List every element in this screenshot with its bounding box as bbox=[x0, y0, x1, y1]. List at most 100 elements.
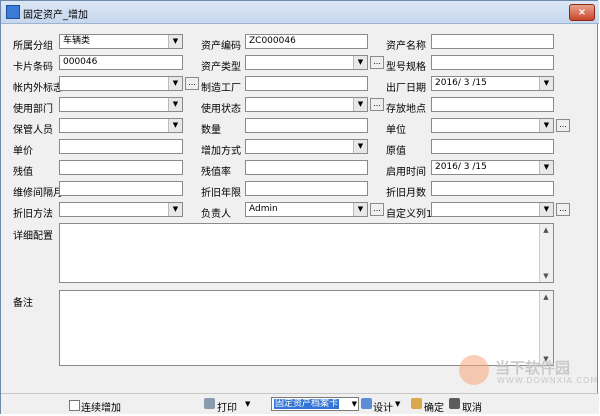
responsible-browse-button[interactable]: ... bbox=[370, 203, 384, 216]
chevron-down-icon: ▼ bbox=[168, 119, 182, 132]
design-dropdown-icon[interactable]: ▼ bbox=[395, 400, 400, 408]
start-date-label: 启用时间 bbox=[386, 167, 426, 178]
asset-type-label: 资产类型 bbox=[201, 62, 241, 73]
scroll-up-icon[interactable]: ▲ bbox=[542, 293, 550, 301]
use-status-label: 使用状态 bbox=[201, 104, 241, 115]
unit-price-label: 单价 bbox=[13, 146, 33, 157]
template-select[interactable]: 固定资产档案卡 ▼ bbox=[271, 397, 359, 411]
unit-browse-button[interactable]: ... bbox=[556, 119, 570, 132]
chevron-down-icon: ▼ bbox=[168, 35, 182, 48]
asset-type-browse-button[interactable]: ... bbox=[370, 56, 384, 69]
residual-rate-field[interactable] bbox=[245, 160, 368, 175]
title-bar: 固定资产_增加 × bbox=[1, 1, 599, 24]
residual-label: 残值 bbox=[13, 167, 33, 178]
responsible-value: Admin bbox=[249, 204, 278, 214]
custom1-browse-button[interactable]: ... bbox=[556, 203, 570, 216]
account-mark-browse-button[interactable]: ... bbox=[185, 77, 199, 90]
depreciation-years-field[interactable] bbox=[245, 181, 368, 196]
quantity-label: 数量 bbox=[201, 125, 221, 136]
residual-rate-label: 残值率 bbox=[201, 167, 231, 178]
dept-label: 使用部门 bbox=[13, 104, 53, 115]
asset-name-label: 资产名称 bbox=[386, 41, 426, 52]
account-mark-select[interactable]: ▼ bbox=[59, 76, 183, 91]
custom1-label: 自定义列1 bbox=[386, 209, 433, 220]
chevron-down-icon: ▼ bbox=[168, 203, 182, 216]
asset-type-select[interactable]: ▼ bbox=[245, 55, 368, 70]
responsible-select[interactable]: Admin ▼ bbox=[245, 202, 368, 217]
remarks-label: 备注 bbox=[13, 298, 33, 309]
model-spec-label: 型号规格 bbox=[386, 62, 426, 73]
production-date-label: 出厂日期 bbox=[386, 83, 426, 94]
detail-config-textarea[interactable]: ▲ ▼ bbox=[59, 223, 554, 283]
print-button[interactable]: 打印 bbox=[217, 399, 237, 414]
app-icon bbox=[6, 5, 20, 19]
model-spec-field[interactable] bbox=[431, 55, 554, 70]
category-label: 所属分组 bbox=[13, 41, 53, 52]
unit-select[interactable]: ▼ bbox=[431, 118, 554, 133]
asset-add-window: 固定资产_增加 × 所属分组 车辆类 ▼ 资产编码 ZC000046 资产名称 卡… bbox=[0, 0, 599, 414]
dept-select[interactable]: ▼ bbox=[59, 97, 183, 112]
category-value: 车辆类 bbox=[63, 36, 91, 46]
start-date-value: 2016/ 3 /15 bbox=[435, 162, 487, 172]
asset-code-label: 资产编码 bbox=[201, 41, 241, 52]
watermark: 当下软件园 WWW.DOWNXIA.COM bbox=[459, 353, 599, 393]
scroll-down-icon[interactable]: ▼ bbox=[542, 272, 550, 280]
chevron-down-icon: ▼ bbox=[539, 161, 553, 174]
manufacturer-field[interactable] bbox=[245, 76, 368, 91]
depreciation-years-label: 折旧年限 bbox=[201, 188, 241, 199]
design-icon bbox=[361, 398, 372, 409]
production-date-value: 2016/ 3 /15 bbox=[435, 78, 487, 88]
quantity-field[interactable] bbox=[245, 118, 368, 133]
category-select[interactable]: 车辆类 ▼ bbox=[59, 34, 183, 49]
cancel-button[interactable]: 取消 bbox=[462, 399, 482, 414]
unit-label: 单位 bbox=[386, 125, 406, 136]
keeper-label: 保管人员 bbox=[13, 125, 53, 136]
watermark-subtitle: WWW.DOWNXIA.COM bbox=[497, 376, 599, 385]
scroll-up-icon[interactable]: ▲ bbox=[542, 226, 550, 234]
depreciation-method-label: 折旧方法 bbox=[13, 209, 53, 220]
asset-code-field[interactable]: ZC000046 bbox=[245, 34, 368, 49]
asset-name-field[interactable] bbox=[431, 34, 554, 49]
continuous-add-checkbox[interactable] bbox=[69, 400, 80, 411]
chevron-down-icon: ▼ bbox=[353, 98, 367, 111]
unit-price-field[interactable] bbox=[59, 139, 183, 154]
chevron-down-icon: ▼ bbox=[539, 119, 553, 132]
keeper-select[interactable]: ▼ bbox=[59, 118, 183, 133]
chevron-down-icon: ▼ bbox=[353, 140, 367, 153]
add-method-label: 增加方式 bbox=[201, 146, 241, 157]
chevron-down-icon: ▼ bbox=[168, 98, 182, 111]
detail-config-label: 详细配置 bbox=[13, 231, 53, 242]
location-field[interactable] bbox=[431, 97, 554, 112]
use-status-browse-button[interactable]: ... bbox=[370, 98, 384, 111]
confirm-button[interactable]: 确定 bbox=[424, 399, 444, 414]
depreciation-months-field[interactable] bbox=[431, 181, 554, 196]
chevron-down-icon: ▼ bbox=[351, 400, 357, 408]
bottom-toolbar: 连续增加 打印 ▼ 固定资产档案卡 ▼ 设计 ▼ 确定 取消 bbox=[1, 393, 599, 414]
production-date-picker[interactable]: 2016/ 3 /15 ▼ bbox=[431, 76, 554, 91]
use-status-select[interactable]: ▼ bbox=[245, 97, 368, 112]
cancel-icon bbox=[449, 398, 460, 409]
original-value-field[interactable] bbox=[431, 139, 554, 154]
chevron-down-icon: ▼ bbox=[539, 203, 553, 216]
detail-config-scrollbar[interactable]: ▲ ▼ bbox=[539, 224, 553, 282]
maintenance-interval-field[interactable] bbox=[59, 181, 183, 196]
custom1-select[interactable]: ▼ bbox=[431, 202, 554, 217]
watermark-title: 当下软件园 bbox=[495, 359, 571, 377]
continuous-add-label: 连续增加 bbox=[81, 403, 121, 414]
chevron-down-icon: ▼ bbox=[168, 77, 182, 90]
close-button[interactable]: × bbox=[569, 4, 595, 21]
chevron-down-icon: ▼ bbox=[353, 203, 367, 216]
location-label: 存放地点 bbox=[386, 104, 426, 115]
printer-icon bbox=[204, 398, 215, 409]
print-dropdown-icon[interactable]: ▼ bbox=[245, 400, 250, 408]
start-date-picker[interactable]: 2016/ 3 /15 ▼ bbox=[431, 160, 554, 175]
design-button[interactable]: 设计 bbox=[373, 399, 393, 414]
responsible-label: 负责人 bbox=[201, 209, 231, 220]
maintenance-interval-label: 维修间隔月 bbox=[13, 188, 63, 199]
add-method-select[interactable]: ▼ bbox=[245, 139, 368, 154]
residual-field[interactable] bbox=[59, 160, 183, 175]
original-value-label: 原值 bbox=[386, 146, 406, 157]
depreciation-method-select[interactable]: ▼ bbox=[59, 202, 183, 217]
card-barcode-field[interactable]: 000046 bbox=[59, 55, 183, 70]
chevron-down-icon: ▼ bbox=[353, 56, 367, 69]
